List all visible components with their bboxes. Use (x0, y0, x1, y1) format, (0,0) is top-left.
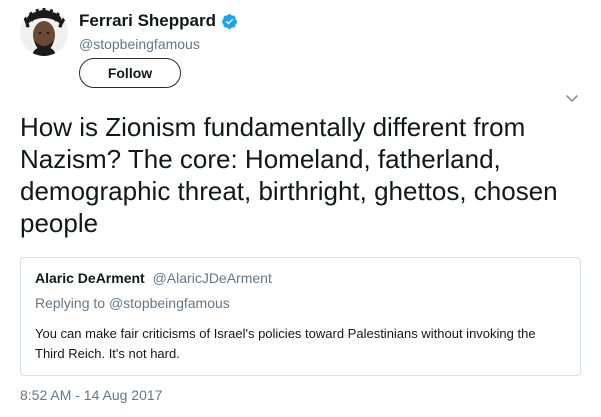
quoted-author-name: Alaric DeArment (35, 270, 145, 286)
quoted-tweet-header: Alaric DeArment @AlaricJDeArment (35, 270, 272, 286)
verified-badge-icon (221, 13, 238, 30)
author-display-name-row[interactable]: Ferrari Sheppard (79, 11, 238, 31)
tweet-timestamp[interactable]: 8:52 AM - 14 Aug 2017 (20, 387, 162, 403)
replying-to-line: Replying to @stopbeingfamous (35, 295, 230, 311)
tweet-text: How is Zionism fundamentally different f… (20, 112, 558, 238)
author-handle[interactable]: @stopbeingfamous (79, 36, 200, 52)
quoted-tweet-text: You can make fair criticisms of Israel's… (35, 326, 536, 361)
avatar[interactable] (20, 8, 68, 56)
replying-to-handle: @stopbeingfamous (108, 295, 230, 311)
quoted-tweet-card[interactable]: Alaric DeArment @AlaricJDeArment Replyin… (20, 257, 581, 376)
author-display-name[interactable]: Ferrari Sheppard (79, 11, 216, 31)
follow-button[interactable]: Follow (79, 58, 181, 88)
replying-to-prefix: Replying to (35, 295, 109, 311)
chevron-down-icon[interactable] (565, 94, 579, 104)
quoted-author-handle: @AlaricJDeArment (152, 270, 272, 286)
profile-photo-icon (20, 8, 68, 56)
